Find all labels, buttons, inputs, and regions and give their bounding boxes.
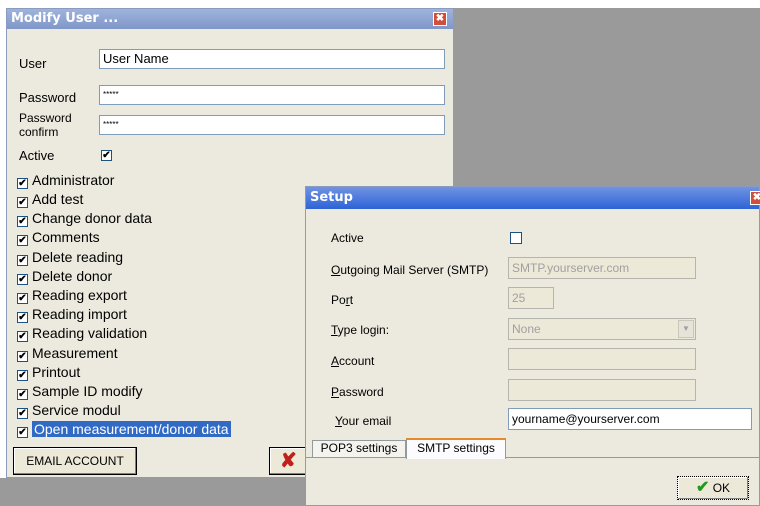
setup-window: Setup ✖ Active Outgoing Mail Server (SMT… <box>305 186 760 506</box>
password-confirm-input[interactable]: ***** <box>99 115 445 135</box>
permission-item-selected[interactable]: ✔ Open measurement/donor data <box>17 421 231 440</box>
type-login-select[interactable]: None ▼ <box>508 318 696 340</box>
smtp-server-label: Outgoing Mail Server (SMTP) <box>331 263 489 277</box>
permission-item[interactable]: ✔ Sample ID modify <box>17 383 142 402</box>
checkbox-icon[interactable]: ✔ <box>17 370 28 381</box>
permission-item[interactable]: ✔ Service modul <box>17 402 121 421</box>
checkbox-icon[interactable]: ✔ <box>17 197 28 208</box>
checkbox-icon[interactable]: ✔ <box>17 235 28 246</box>
port-input[interactable]: 25 <box>508 287 554 309</box>
setup-active-label: Active <box>331 231 364 245</box>
permission-item[interactable]: ✔ Reading validation <box>17 325 147 344</box>
permission-item[interactable]: ✔ Printout <box>17 364 80 383</box>
permission-item[interactable]: ✔ Change donor data <box>17 210 152 229</box>
permission-item[interactable]: ✔ Reading export <box>17 287 127 306</box>
modify-user-title: Modify User ... <box>11 11 119 26</box>
checkbox-icon[interactable]: ✔ <box>17 331 28 342</box>
checkbox-icon[interactable]: ✔ <box>17 178 28 189</box>
type-login-value: None <box>512 322 541 336</box>
password-label: Password <box>19 90 77 105</box>
permission-item[interactable]: ✔ Delete donor <box>17 268 112 287</box>
ok-button[interactable]: ✔ OK <box>677 476 749 500</box>
your-email-input[interactable]: yourname@yourserver.com <box>508 408 752 430</box>
port-label: Port <box>331 293 354 307</box>
setup-active-checkbox[interactable] <box>510 232 522 244</box>
account-label: Account <box>331 354 375 368</box>
active-checkbox[interactable]: ✔ <box>101 150 112 161</box>
close-icon[interactable]: ✖ <box>433 12 447 26</box>
checkmark-icon: ✔ <box>695 479 710 496</box>
tab-pop3-settings[interactable]: POP3 settings <box>312 440 406 457</box>
account-input[interactable] <box>508 348 696 370</box>
permission-item[interactable]: ✔ Delete reading <box>17 249 123 268</box>
checkbox-icon[interactable]: ✔ <box>17 427 28 438</box>
modify-user-titlebar[interactable]: Modify User ... ✖ <box>7 9 453 29</box>
setup-title: Setup <box>310 190 353 205</box>
checkbox-icon[interactable]: ✔ <box>17 351 28 362</box>
active-label: Active <box>19 148 55 163</box>
email-account-button[interactable]: EMAIL ACCOUNT <box>13 447 137 475</box>
checkbox-icon[interactable]: ✔ <box>17 389 28 400</box>
password-confirm-label-line2: confirm <box>19 125 59 139</box>
setup-titlebar[interactable]: Setup ✖ <box>306 187 760 209</box>
chevron-down-icon[interactable]: ▼ <box>678 320 694 338</box>
checkbox-icon[interactable]: ✔ <box>17 312 28 323</box>
checkbox-icon[interactable]: ✔ <box>17 274 28 285</box>
checkbox-icon[interactable]: ✔ <box>17 408 28 419</box>
permission-item[interactable]: ✔ Comments <box>17 229 100 248</box>
cancel-icon[interactable]: ✘ <box>269 447 309 475</box>
password-confirm-label-line1: Password <box>19 111 72 125</box>
permission-item[interactable]: ✔ Reading import <box>17 306 127 325</box>
checkbox-icon[interactable]: ✔ <box>17 255 28 266</box>
checkbox-icon[interactable]: ✔ <box>17 216 28 227</box>
permission-item[interactable]: ✔ Measurement <box>17 345 118 364</box>
smtp-server-input[interactable]: SMTP.yourserver.com <box>508 257 696 279</box>
desktop-background-bottom <box>0 478 305 506</box>
password-input[interactable]: ***** <box>99 85 445 105</box>
user-input[interactable]: User Name <box>99 49 445 69</box>
tab-panel-border <box>306 457 760 458</box>
user-label: User <box>19 56 47 71</box>
setup-password-input[interactable] <box>508 379 696 401</box>
permission-item[interactable]: ✔ Add test <box>17 191 83 210</box>
desktop-background <box>454 8 760 186</box>
permission-item[interactable]: ✔ Administrator <box>17 172 114 191</box>
close-icon[interactable]: ✖ <box>750 191 760 205</box>
type-login-label: Type login: <box>331 323 390 337</box>
your-email-label: Your email <box>335 414 392 428</box>
tab-smtp-settings[interactable]: SMTP settings <box>406 438 506 459</box>
setup-password-label: Password <box>331 385 384 399</box>
ok-button-label: OK <box>712 481 731 495</box>
checkbox-icon[interactable]: ✔ <box>17 293 28 304</box>
